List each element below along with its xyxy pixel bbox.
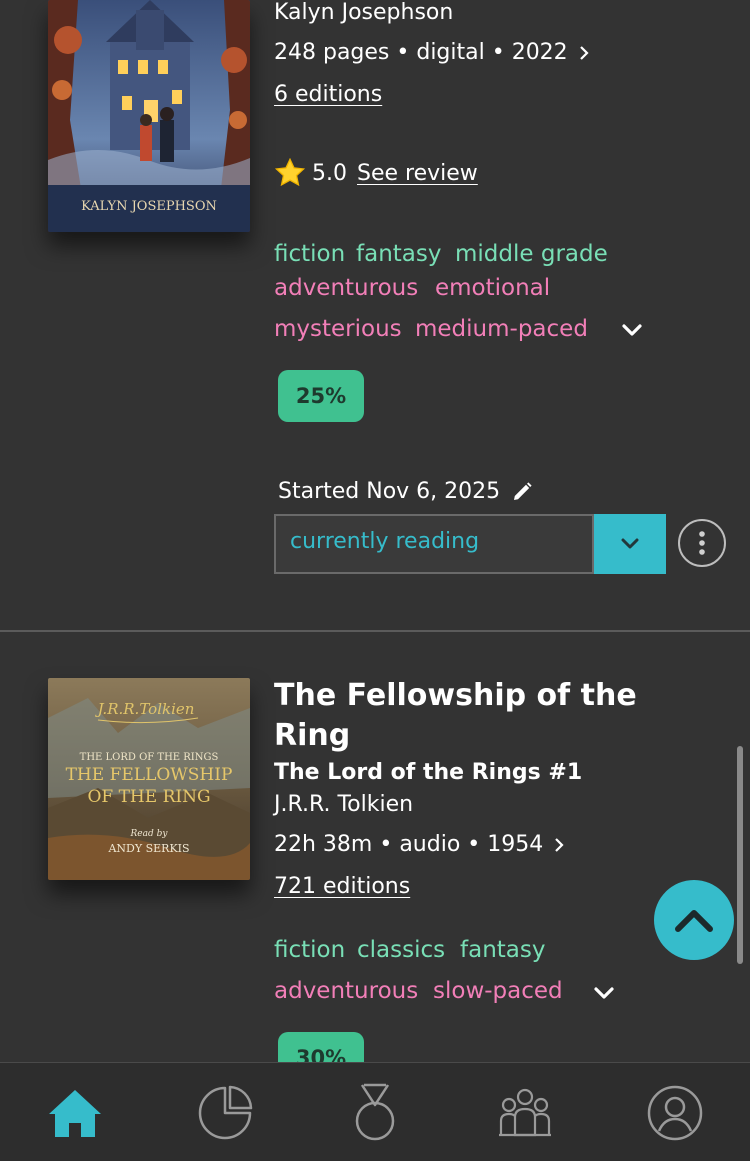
started-date[interactable]: Started Nov 6, 2025 xyxy=(278,479,534,504)
bottom-navigation xyxy=(0,1062,750,1161)
mood-tag[interactable]: medium-paced xyxy=(415,316,588,342)
chevron-right-icon xyxy=(555,837,564,852)
book-author[interactable]: J.R.R. Tolkien xyxy=(274,792,413,817)
star-icon xyxy=(274,158,306,187)
more-vertical-icon xyxy=(699,531,705,555)
status-dropdown-button[interactable] xyxy=(594,514,666,574)
cover-author: KALYN JOSEPHSON xyxy=(81,199,217,214)
pencil-icon[interactable] xyxy=(510,480,534,504)
book-author[interactable]: Kalyn Josephson xyxy=(274,0,453,25)
challenges-icon xyxy=(355,1083,395,1141)
book-meta-text: 248 pages • digital • 2022 xyxy=(274,40,568,65)
cover-narrator: ANDY SERKIS xyxy=(107,842,189,855)
cover-illustration: KALYN JOSEPHSON xyxy=(48,0,250,232)
cover-title-line2: OF THE RING xyxy=(87,787,210,807)
genre-tag[interactable]: fantasy xyxy=(356,241,441,267)
mood-tag[interactable]: adventurous xyxy=(274,978,418,1004)
chevron-down-icon xyxy=(621,538,639,549)
book-cover[interactable]: KALYN JOSEPHSON xyxy=(48,0,250,232)
genre-tag[interactable]: fantasy xyxy=(460,937,545,963)
chevron-up-icon xyxy=(675,910,713,932)
nav-home[interactable] xyxy=(43,1081,107,1145)
scroll-to-top-button[interactable] xyxy=(654,880,734,960)
cover-illustration: J.R.R.Tolkien THE LORD OF THE RINGS THE … xyxy=(48,678,250,880)
editions-link[interactable]: 721 editions xyxy=(274,874,410,899)
genre-tag[interactable]: classics xyxy=(357,937,445,963)
mood-tag[interactable]: emotional xyxy=(435,275,550,301)
nav-profile[interactable] xyxy=(643,1081,707,1145)
genre-tag[interactable]: middle grade xyxy=(455,241,608,267)
cover-read-by: Read by xyxy=(130,829,169,839)
status-select[interactable]: currently reading xyxy=(274,514,594,574)
genre-tag[interactable]: fiction xyxy=(274,937,345,963)
mood-tag[interactable]: mysterious xyxy=(274,316,402,342)
book-series[interactable]: The Lord of the Rings #1 xyxy=(274,760,582,785)
chevron-down-icon[interactable] xyxy=(620,320,644,340)
cover-series: THE LORD OF THE RINGS xyxy=(80,752,219,763)
stats-icon xyxy=(198,1085,253,1140)
chevron-right-icon xyxy=(579,45,589,60)
status-dropdown[interactable]: currently reading xyxy=(274,514,666,574)
book-meta[interactable]: 248 pages • digital • 2022 xyxy=(274,40,592,65)
rating-value: 5.0 xyxy=(312,160,347,186)
book-meta[interactable]: 22h 38m • audio • 1954 xyxy=(274,832,567,857)
progress-badge[interactable]: 25% xyxy=(278,370,364,422)
mood-tag[interactable]: adventurous xyxy=(274,275,418,301)
book-title[interactable]: The Fellowship of the xyxy=(274,678,637,713)
divider xyxy=(0,630,750,632)
genre-tag[interactable]: fiction xyxy=(274,241,345,267)
rating-row: 5.0 See review xyxy=(274,158,478,188)
book-cover[interactable]: J.R.R.Tolkien THE LORD OF THE RINGS THE … xyxy=(48,678,250,880)
see-review-link[interactable]: See review xyxy=(357,161,478,186)
nav-stats[interactable] xyxy=(193,1081,257,1145)
chevron-down-icon[interactable] xyxy=(592,983,616,1003)
more-options-button[interactable] xyxy=(678,519,726,567)
scrollbar[interactable] xyxy=(737,746,743,964)
editions-link[interactable]: 6 editions xyxy=(274,82,382,107)
book-title-continued[interactable]: Ring xyxy=(274,718,350,753)
nav-community[interactable] xyxy=(493,1081,557,1145)
home-icon xyxy=(49,1090,101,1137)
cover-signature: J.R.R.Tolkien xyxy=(95,700,195,718)
status-value: currently reading xyxy=(290,529,480,554)
started-date-text: Started Nov 6, 2025 xyxy=(278,479,501,504)
mood-tag[interactable]: slow-paced xyxy=(433,978,563,1004)
nav-challenges[interactable] xyxy=(343,1081,407,1145)
cover-title-line1: THE FELLOWSHIP xyxy=(66,765,233,785)
community-icon xyxy=(499,1088,551,1137)
profile-icon xyxy=(647,1085,703,1141)
book-meta-text: 22h 38m • audio • 1954 xyxy=(274,832,544,857)
